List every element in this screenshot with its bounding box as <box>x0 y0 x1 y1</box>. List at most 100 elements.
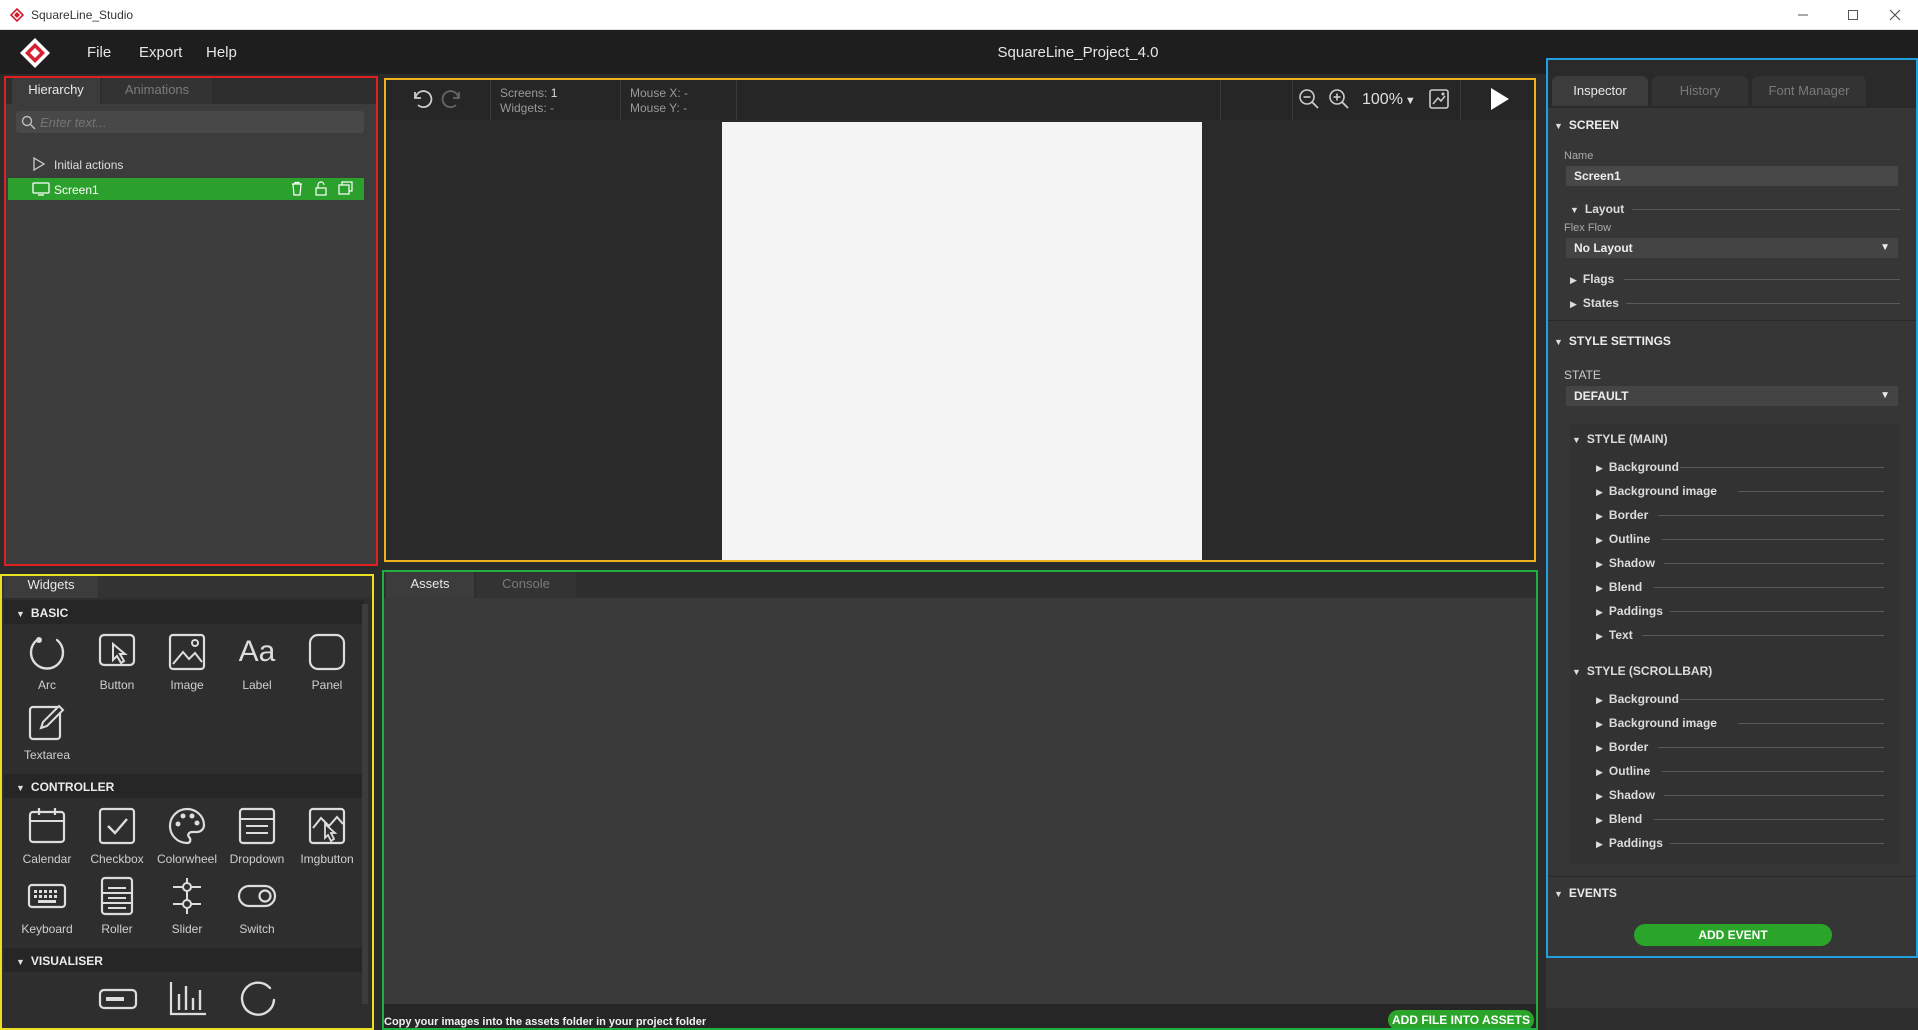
flex-flow-select[interactable]: No Layout ▼ <box>1566 238 1898 258</box>
widget-checkbox[interactable]: Checkbox <box>82 806 152 866</box>
style-main-border[interactable]: ▶ Border <box>1596 508 1648 522</box>
maximize-button[interactable] <box>1830 0 1876 30</box>
style-scrollbar-shadow[interactable]: ▶ Shadow <box>1596 788 1655 802</box>
widget-bar[interactable] <box>98 980 138 1016</box>
minimize-button[interactable] <box>1780 0 1826 30</box>
widget-imgbutton[interactable]: Imgbutton <box>292 806 362 866</box>
style-scrollbar-background[interactable]: ▶ Background <box>1596 692 1679 706</box>
section-title: STYLE SETTINGS <box>1568 334 1671 348</box>
style-main-text[interactable]: ▶ Text <box>1596 628 1633 642</box>
widget-chart[interactable] <box>168 980 208 1016</box>
flags-group[interactable]: ▶ Flags <box>1570 272 1614 286</box>
widget-calendar[interactable]: Calendar <box>12 806 82 866</box>
section-basic[interactable]: ▼ BASIC <box>4 600 364 624</box>
zoom-select[interactable]: 100% ▼ <box>1362 91 1416 109</box>
style-scrollbar-group[interactable]: ▼ STYLE (SCROLLBAR) <box>1572 664 1712 678</box>
minimize-icon <box>1798 14 1808 16</box>
close-window-button[interactable] <box>1872 0 1918 30</box>
style-main-background-image[interactable]: ▶ Background image <box>1596 484 1717 498</box>
divider <box>1626 303 1900 304</box>
keyboard-icon <box>27 883 67 909</box>
triangle-right-icon: ▶ <box>1596 767 1603 777</box>
section-visualiser[interactable]: ▼ VISUALISER <box>4 948 364 972</box>
state-select[interactable]: DEFAULT ▼ <box>1566 386 1898 406</box>
app-logo-icon <box>10 8 24 22</box>
play-icon <box>1491 88 1509 110</box>
unlock-icon[interactable] <box>314 181 328 196</box>
canvas-scrollbar[interactable] <box>1534 122 1536 560</box>
widget-slider[interactable]: Slider <box>152 876 222 936</box>
tab-inspector[interactable]: Inspector <box>1552 76 1648 106</box>
style-scrollbar-border[interactable]: ▶ Border <box>1596 740 1648 754</box>
style-main-outline[interactable]: ▶ Outline <box>1596 532 1650 546</box>
widget-keyboard[interactable]: Keyboard <box>12 876 82 936</box>
widget-arc[interactable]: Arc <box>12 632 82 692</box>
widget-switch[interactable]: Switch <box>222 876 292 936</box>
button-icon <box>98 633 136 667</box>
divider <box>1738 723 1884 724</box>
tab-assets[interactable]: Assets <box>386 570 474 598</box>
tab-hierarchy[interactable]: Hierarchy <box>12 76 100 104</box>
zoom-in-button[interactable] <box>1328 88 1350 110</box>
widget-label: Image <box>170 678 204 692</box>
section-style-settings[interactable]: ▼ STYLE SETTINGS <box>1554 334 1671 348</box>
redo-button[interactable] <box>440 87 464 111</box>
triangle-down-icon: ▼ <box>16 609 25 619</box>
section-events[interactable]: ▼ EVENTS <box>1554 886 1617 900</box>
style-main-background[interactable]: ▶ Background <box>1596 460 1679 474</box>
add-file-button[interactable]: ADD FILE INTO ASSETS <box>1388 1010 1534 1030</box>
widget-spinner[interactable] <box>238 980 278 1016</box>
widget-button[interactable]: Button <box>82 632 152 692</box>
hierarchy-panel: Hierarchy Animations Initial actions Scr… <box>4 76 378 566</box>
style-main-shadow[interactable]: ▶ Shadow <box>1596 556 1655 570</box>
tab-console[interactable]: Console <box>476 570 576 598</box>
label-icon: Aa <box>238 635 276 668</box>
triangle-right-icon: ▶ <box>1596 815 1603 825</box>
name-field[interactable]: Screen1 <box>1566 166 1898 186</box>
tree-item-initial-actions[interactable]: Initial actions <box>28 154 358 174</box>
widget-dropdown[interactable]: Dropdown <box>222 806 292 866</box>
layout-group[interactable]: ▼ Layout <box>1570 202 1624 216</box>
widget-label[interactable]: Aa Label <box>222 632 292 692</box>
hierarchy-search[interactable] <box>16 111 364 133</box>
tree-item-screen1[interactable]: Screen1 <box>8 178 364 200</box>
mouse-x-label: Mouse X: <box>630 86 681 100</box>
triangle-right-icon: ▶ <box>1596 607 1603 617</box>
toolbar-divider <box>1460 78 1461 120</box>
play-button[interactable] <box>1486 86 1512 112</box>
trash-icon[interactable] <box>290 181 304 196</box>
section-controller[interactable]: ▼ CONTROLLER <box>4 774 364 798</box>
search-input[interactable] <box>40 113 358 131</box>
chevron-down-icon: ▼ <box>1404 95 1416 107</box>
widget-textarea[interactable]: Textarea <box>12 702 82 762</box>
tab-history[interactable]: History <box>1652 76 1748 106</box>
style-scrollbar-background-image[interactable]: ▶ Background image <box>1596 716 1717 730</box>
tab-animations[interactable]: Animations <box>102 76 212 104</box>
section-screen[interactable]: ▼ SCREEN <box>1554 118 1619 132</box>
undo-button[interactable] <box>410 87 434 111</box>
mouse-y-value: - <box>683 101 688 115</box>
tab-widgets[interactable]: Widgets <box>4 574 98 598</box>
triangle-right-icon: ▶ <box>1596 719 1603 729</box>
widget-panel[interactable]: Panel <box>292 632 362 692</box>
duplicate-icon[interactable] <box>338 181 354 196</box>
style-main-paddings[interactable]: ▶ Paddings <box>1596 604 1663 618</box>
style-scrollbar-paddings[interactable]: ▶ Paddings <box>1596 836 1663 850</box>
states-group[interactable]: ▶ States <box>1570 296 1619 310</box>
section-title: VISUALISER <box>30 954 103 968</box>
zoom-out-button[interactable] <box>1298 88 1320 110</box>
tab-font-manager[interactable]: Font Manager <box>1752 76 1866 106</box>
style-scrollbar-outline[interactable]: ▶ Outline <box>1596 764 1650 778</box>
style-main-group[interactable]: ▼ STYLE (MAIN) <box>1572 432 1668 446</box>
widget-image[interactable]: Image <box>152 632 222 692</box>
style-main-blend[interactable]: ▶ Blend <box>1596 580 1642 594</box>
screen-preview[interactable] <box>722 122 1202 560</box>
slider-icon <box>173 878 201 914</box>
fit-screen-button[interactable] <box>1428 88 1450 110</box>
widget-roller[interactable]: Roller <box>82 876 152 936</box>
divider <box>1654 819 1884 820</box>
widget-colorwheel[interactable]: Colorwheel <box>152 806 222 866</box>
style-scrollbar-blend[interactable]: ▶ Blend <box>1596 812 1642 826</box>
widgets-scrollbar[interactable] <box>362 604 368 1004</box>
add-event-button[interactable]: ADD EVENT <box>1634 924 1832 946</box>
